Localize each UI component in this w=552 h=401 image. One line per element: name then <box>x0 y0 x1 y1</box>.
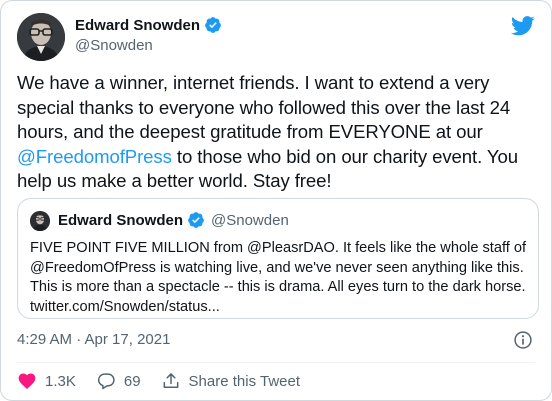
quoted-author-handle[interactable]: @Snowden <box>211 212 289 229</box>
share-icon <box>163 373 178 388</box>
like-button[interactable]: 1.3K <box>17 371 76 391</box>
author-avatar[interactable] <box>17 13 65 61</box>
tweet-text: We have a winner, internet friends. I wa… <box>17 71 541 194</box>
heart-icon <box>18 373 36 389</box>
avatar-photo <box>30 211 50 231</box>
reply-button[interactable]: 69 <box>96 371 141 391</box>
quoted-tweet-text: FIVE POINT FIVE MILLION from @PleasrDAO.… <box>30 240 527 315</box>
author-name[interactable]: Edward Snowden <box>75 17 200 34</box>
author-handle[interactable]: @Snowden <box>75 37 153 54</box>
info-icon[interactable] <box>513 330 533 350</box>
quoted-author-name[interactable]: Edward Snowden <box>58 212 183 229</box>
share-button[interactable]: Share this Tweet <box>161 371 300 391</box>
tweet-actions: 1.3K 69 Share this Tweet <box>17 371 300 391</box>
tweet-text-part: We have a winner, internet friends. I wa… <box>17 72 511 142</box>
quoted-author-avatar[interactable] <box>30 211 50 231</box>
divider <box>17 362 535 363</box>
twitter-bird-icon[interactable] <box>511 15 535 37</box>
tweet-timestamp[interactable]: 4:29 AM · Apr 17, 2021 <box>17 331 170 348</box>
avatar-photo <box>17 13 65 61</box>
verified-badge-icon <box>205 17 221 33</box>
like-count: 1.3K <box>45 372 76 390</box>
share-label: Share this Tweet <box>188 372 300 390</box>
quoted-tweet[interactable]: Edward Snowden @Snowden FIVE POINT FIVE … <box>17 198 539 319</box>
tweet-card[interactable]: Edward Snowden @Snowden We have a winner… <box>0 0 552 401</box>
reply-bubble-icon <box>97 373 115 390</box>
mention-link[interactable]: @FreedomofPress <box>17 146 172 167</box>
verified-badge-icon <box>188 212 204 228</box>
reply-count: 69 <box>123 372 141 390</box>
